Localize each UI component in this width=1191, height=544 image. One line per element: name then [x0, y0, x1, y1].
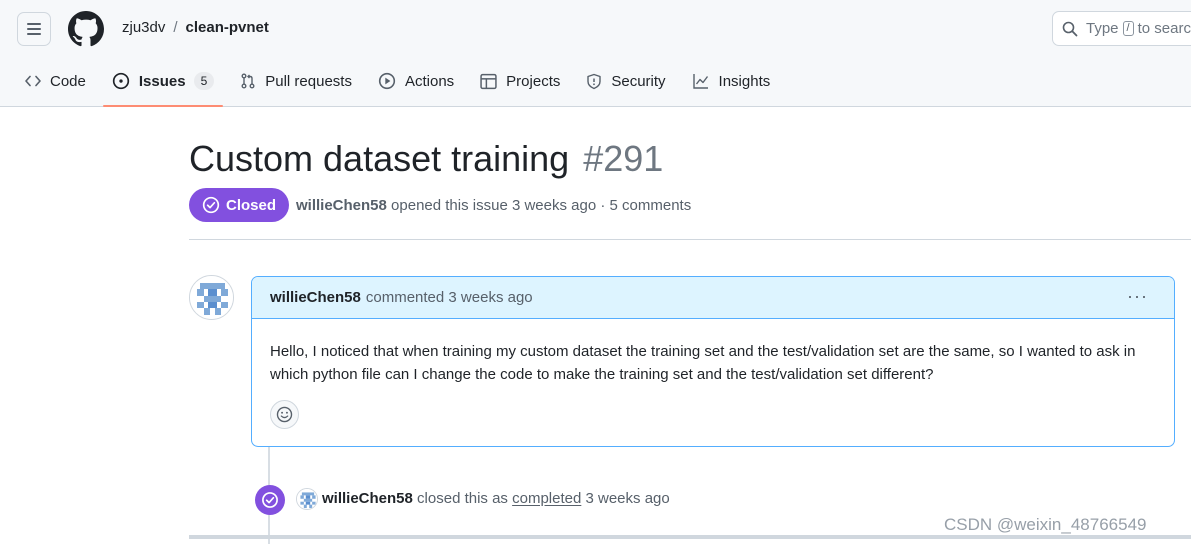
repo-name-link[interactable]: clean-pvnet [186, 19, 269, 36]
tab-actions[interactable]: Actions [369, 62, 463, 100]
play-icon [378, 72, 396, 90]
issue-closed-event-icon [255, 485, 285, 515]
issue-closed-icon [202, 196, 220, 214]
tab-actions-label: Actions [404, 72, 455, 90]
search-input[interactable]: Type / to search [1052, 11, 1191, 46]
tab-code-label: Code [50, 72, 86, 90]
repo-nav-tabs: Code Issues 5 Pull requests Actions Proj… [16, 62, 787, 107]
issue-state-label: Closed [226, 196, 277, 214]
breadcrumb: zju3dv / clean-pvnet [122, 19, 269, 36]
avatar[interactable] [296, 488, 318, 510]
tab-insights[interactable]: Insights [683, 62, 780, 100]
issue-title-text: Custom dataset training [189, 138, 570, 179]
code-icon [25, 75, 41, 87]
comment-box: willieChen58 commented 3 weeks ago ··· H… [251, 276, 1175, 447]
issue-state-badge: Closed [189, 188, 290, 222]
timeline-break [189, 535, 1191, 539]
event-author-link[interactable]: willieChen58 [322, 490, 413, 507]
completed-link[interactable]: completed [512, 490, 581, 507]
repo-header: zju3dv / clean-pvnet Type / to search Co… [0, 0, 1191, 107]
hamburger-icon[interactable] [17, 12, 51, 46]
tab-issues[interactable]: Issues 5 [102, 62, 224, 107]
issue-number: #291 [583, 138, 664, 179]
smiley-icon [276, 406, 293, 423]
closed-event-text: willieChen58 closed this as completed 3 … [322, 490, 670, 507]
issue-author-link[interactable]: willieChen58 [296, 197, 387, 214]
check-circle-icon [262, 492, 278, 508]
title-divider [189, 239, 1191, 240]
issue-meta: willieChen58 opened this issue 3 weeks a… [296, 197, 691, 214]
avatar[interactable] [189, 275, 234, 320]
search-icon [1062, 21, 1078, 36]
add-reaction-button[interactable] [270, 400, 299, 429]
issues-count-badge: 5 [193, 72, 215, 90]
table-icon [480, 73, 497, 89]
tab-insights-label: Insights [718, 72, 771, 90]
tab-security-label: Security [611, 72, 666, 90]
tab-issues-label: Issues [138, 72, 186, 90]
event-timestamp: 3 weeks ago [585, 490, 670, 507]
github-mark-icon[interactable] [68, 11, 104, 47]
identicon-avatar-icon [190, 276, 233, 319]
tab-pull-requests-label: Pull requests [265, 72, 352, 90]
search-placeholder-suffix: to search [1137, 20, 1191, 37]
kebab-horizontal-icon[interactable]: ··· [1127, 287, 1148, 305]
tab-security[interactable]: Security [577, 62, 674, 100]
tab-projects-label: Projects [506, 72, 561, 90]
watermark: CSDN @weixin_48766549 [944, 515, 1147, 534]
issue-opened-icon [112, 72, 130, 90]
search-shortcut-key: / [1122, 21, 1134, 36]
comment-body: Hello, I noticed that when training my c… [270, 343, 1136, 383]
identicon-avatar-icon [297, 489, 317, 509]
repo-owner-link[interactable]: zju3dv [122, 19, 165, 36]
search-placeholder-prefix: Type [1086, 20, 1119, 37]
issue-meta-text: opened this issue 3 weeks ago · 5 commen… [391, 197, 692, 214]
tab-projects[interactable]: Projects [471, 62, 569, 100]
shield-icon [587, 73, 602, 89]
tab-pull-requests[interactable]: Pull requests [231, 62, 361, 100]
comment-header: willieChen58 commented 3 weeks ago ··· [252, 277, 1174, 319]
comment-timestamp: commented 3 weeks ago [365, 289, 533, 306]
git-pull-request-icon [241, 73, 255, 89]
event-action-text: closed this as [417, 490, 508, 507]
comment-author-link[interactable]: willieChen58 [270, 289, 361, 306]
tab-code[interactable]: Code [16, 62, 95, 100]
graph-icon [692, 74, 708, 89]
breadcrumb-separator: / [173, 19, 178, 36]
issue-title: Custom dataset training #291 [189, 138, 663, 180]
